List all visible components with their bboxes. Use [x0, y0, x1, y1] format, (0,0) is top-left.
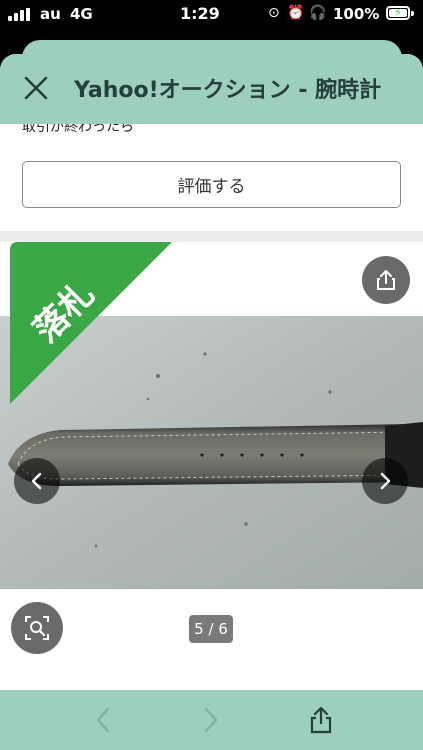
- status-time: 1:29: [180, 4, 220, 23]
- photo-share-button[interactable]: [362, 256, 410, 304]
- back-button[interactable]: [73, 690, 133, 750]
- alarm-icon: ⏰: [287, 5, 305, 21]
- image-search-button[interactable]: [11, 602, 63, 654]
- battery-percent: 100%: [333, 5, 380, 23]
- network-label: 4G: [70, 5, 93, 23]
- image-search-icon: [25, 616, 49, 640]
- headphones-icon: 🎧: [309, 5, 327, 21]
- close-icon: [24, 76, 48, 100]
- carrier-label: au: [40, 5, 61, 23]
- rate-button[interactable]: 評価する: [22, 161, 401, 208]
- next-photo-button[interactable]: [362, 458, 408, 504]
- signal-icon: [8, 8, 30, 21]
- rotation-lock-icon: ⊙: [268, 5, 280, 21]
- trade-complete-text: 取引が終わったら: [22, 124, 134, 135]
- share-icon: [310, 706, 332, 734]
- charging-bolt-icon: ⚡: [394, 6, 402, 19]
- sold-badge: 落札: [10, 242, 172, 404]
- share-icon: [377, 270, 395, 290]
- browser-toolbar: [0, 690, 423, 750]
- sheet-header: Yahoo!オークション - 腕時計: [0, 54, 423, 124]
- chevron-right-icon: [380, 472, 391, 490]
- browser-sheet: Yahoo!オークション - 腕時計 取引が終わったら 評価する 落札 5 / …: [0, 54, 423, 750]
- status-bar: au 4G 1:29 ⊙ ⏰ 🎧 100% ⚡: [0, 0, 423, 28]
- photo-counter: 5 / 6: [189, 615, 233, 643]
- forward-arrow-icon: [204, 707, 218, 733]
- previous-photo-button[interactable]: [14, 458, 60, 504]
- close-button[interactable]: [12, 64, 60, 112]
- photo-gallery: 落札 5 / 6: [0, 242, 423, 690]
- sheet-title: Yahoo!オークション - 腕時計: [74, 78, 382, 103]
- web-content: 取引が終わったら 評価する 落札 5 / 6: [0, 124, 423, 690]
- toolbar-share-button[interactable]: [291, 690, 351, 750]
- chevron-left-icon: [31, 472, 42, 490]
- back-arrow-icon: [96, 707, 110, 733]
- section-divider: [0, 231, 423, 242]
- forward-button[interactable]: [181, 690, 241, 750]
